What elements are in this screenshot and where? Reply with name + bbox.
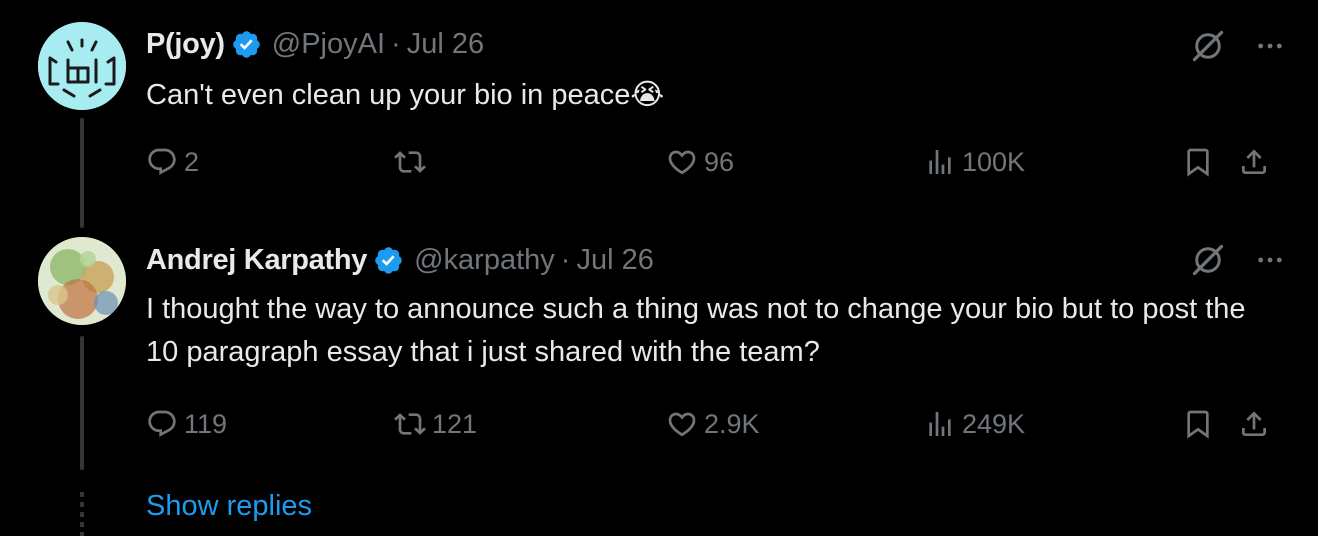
tweet-text: Can't even clean up your bio in peace😭: [146, 74, 1278, 117]
tweet-actions: 119 121 2.9K 249K: [146, 404, 1288, 444]
retweet-icon: [394, 413, 426, 435]
retweet-count: 121: [432, 408, 478, 439]
like-icon: [668, 412, 696, 437]
retweet-button[interactable]: 121: [394, 404, 477, 444]
bookmark-button[interactable]: [1182, 142, 1214, 182]
grok-icon[interactable]: [1190, 28, 1226, 64]
show-replies-row[interactable]: Show replies: [0, 482, 1318, 536]
share-icon: [1242, 149, 1266, 174]
show-replies-link[interactable]: Show replies: [146, 490, 312, 523]
author-name[interactable]: Andrej Karpathy: [146, 244, 367, 277]
bookmark-icon: [1187, 148, 1209, 177]
share-button[interactable]: [1238, 404, 1270, 444]
reply-button[interactable]: 119: [146, 404, 227, 444]
like-count: 2.9K: [704, 408, 760, 439]
verified-badge-icon: [233, 30, 260, 58]
tweet-actions: 2 96 100K: [146, 142, 1288, 182]
tweet-date[interactable]: Jul 26: [407, 28, 484, 61]
dotted-thread-line: [80, 492, 84, 536]
tweet-top-icons: [1190, 242, 1286, 278]
views-count: 100K: [962, 146, 1026, 177]
more-icon[interactable]: [1254, 244, 1286, 276]
retweet-button[interactable]: [394, 142, 432, 182]
views-button[interactable]: 249K: [924, 404, 1025, 444]
reply-button[interactable]: 2: [146, 142, 199, 182]
grok-icon[interactable]: [1190, 242, 1226, 278]
avatar-doodle-icon: [38, 22, 126, 110]
separator-dot: ·: [560, 243, 571, 276]
share-icon: [1242, 411, 1266, 436]
tweet[interactable]: Andrej Karpathy @karpathy · Jul 26 I tho…: [0, 232, 1318, 482]
thread-line: [80, 336, 84, 470]
avatar-painting-icon: [38, 237, 126, 325]
tweet-header: Andrej Karpathy @karpathy · Jul 26: [146, 242, 654, 278]
author-handle[interactable]: @karpathy: [414, 244, 555, 277]
views-count: 249K: [962, 408, 1026, 439]
bookmark-button[interactable]: [1182, 404, 1214, 444]
reply-count: 2: [184, 146, 200, 177]
like-button[interactable]: 96: [666, 142, 734, 182]
views-icon: [929, 150, 951, 174]
tweet-header: P(joy) @PjoyAI · Jul 26: [146, 26, 484, 62]
reply-icon: [148, 410, 176, 437]
author-name[interactable]: P(joy): [146, 28, 225, 61]
like-count: 96: [704, 146, 735, 177]
thread-line: [80, 118, 84, 228]
tweet-date[interactable]: Jul 26: [576, 244, 653, 277]
crying-face-emoji: 😭: [630, 79, 665, 111]
tweet-text-content: Can't even clean up your bio in peace: [146, 79, 631, 111]
bookmark-icon: [1187, 410, 1209, 439]
like-icon: [668, 150, 696, 175]
more-icon[interactable]: [1254, 30, 1286, 62]
separator-dot: ·: [391, 27, 401, 60]
verified-badge-icon: [375, 246, 402, 274]
share-button[interactable]: [1238, 142, 1270, 182]
views-icon: [929, 412, 951, 436]
tweet-text: I thought the way to announce such a thi…: [146, 293, 1246, 368]
avatar[interactable]: [38, 22, 126, 110]
tweet-top-icons: [1190, 28, 1286, 64]
reply-icon: [148, 148, 176, 175]
avatar[interactable]: [38, 237, 126, 325]
views-button[interactable]: 100K: [924, 142, 1025, 182]
author-handle[interactable]: @PjoyAI: [272, 28, 385, 61]
tweet[interactable]: P(joy) @PjoyAI · Jul 26 Can't even clean…: [0, 0, 1318, 232]
retweet-icon: [394, 151, 426, 173]
like-button[interactable]: 2.9K: [666, 404, 760, 444]
reply-count: 119: [184, 408, 228, 439]
